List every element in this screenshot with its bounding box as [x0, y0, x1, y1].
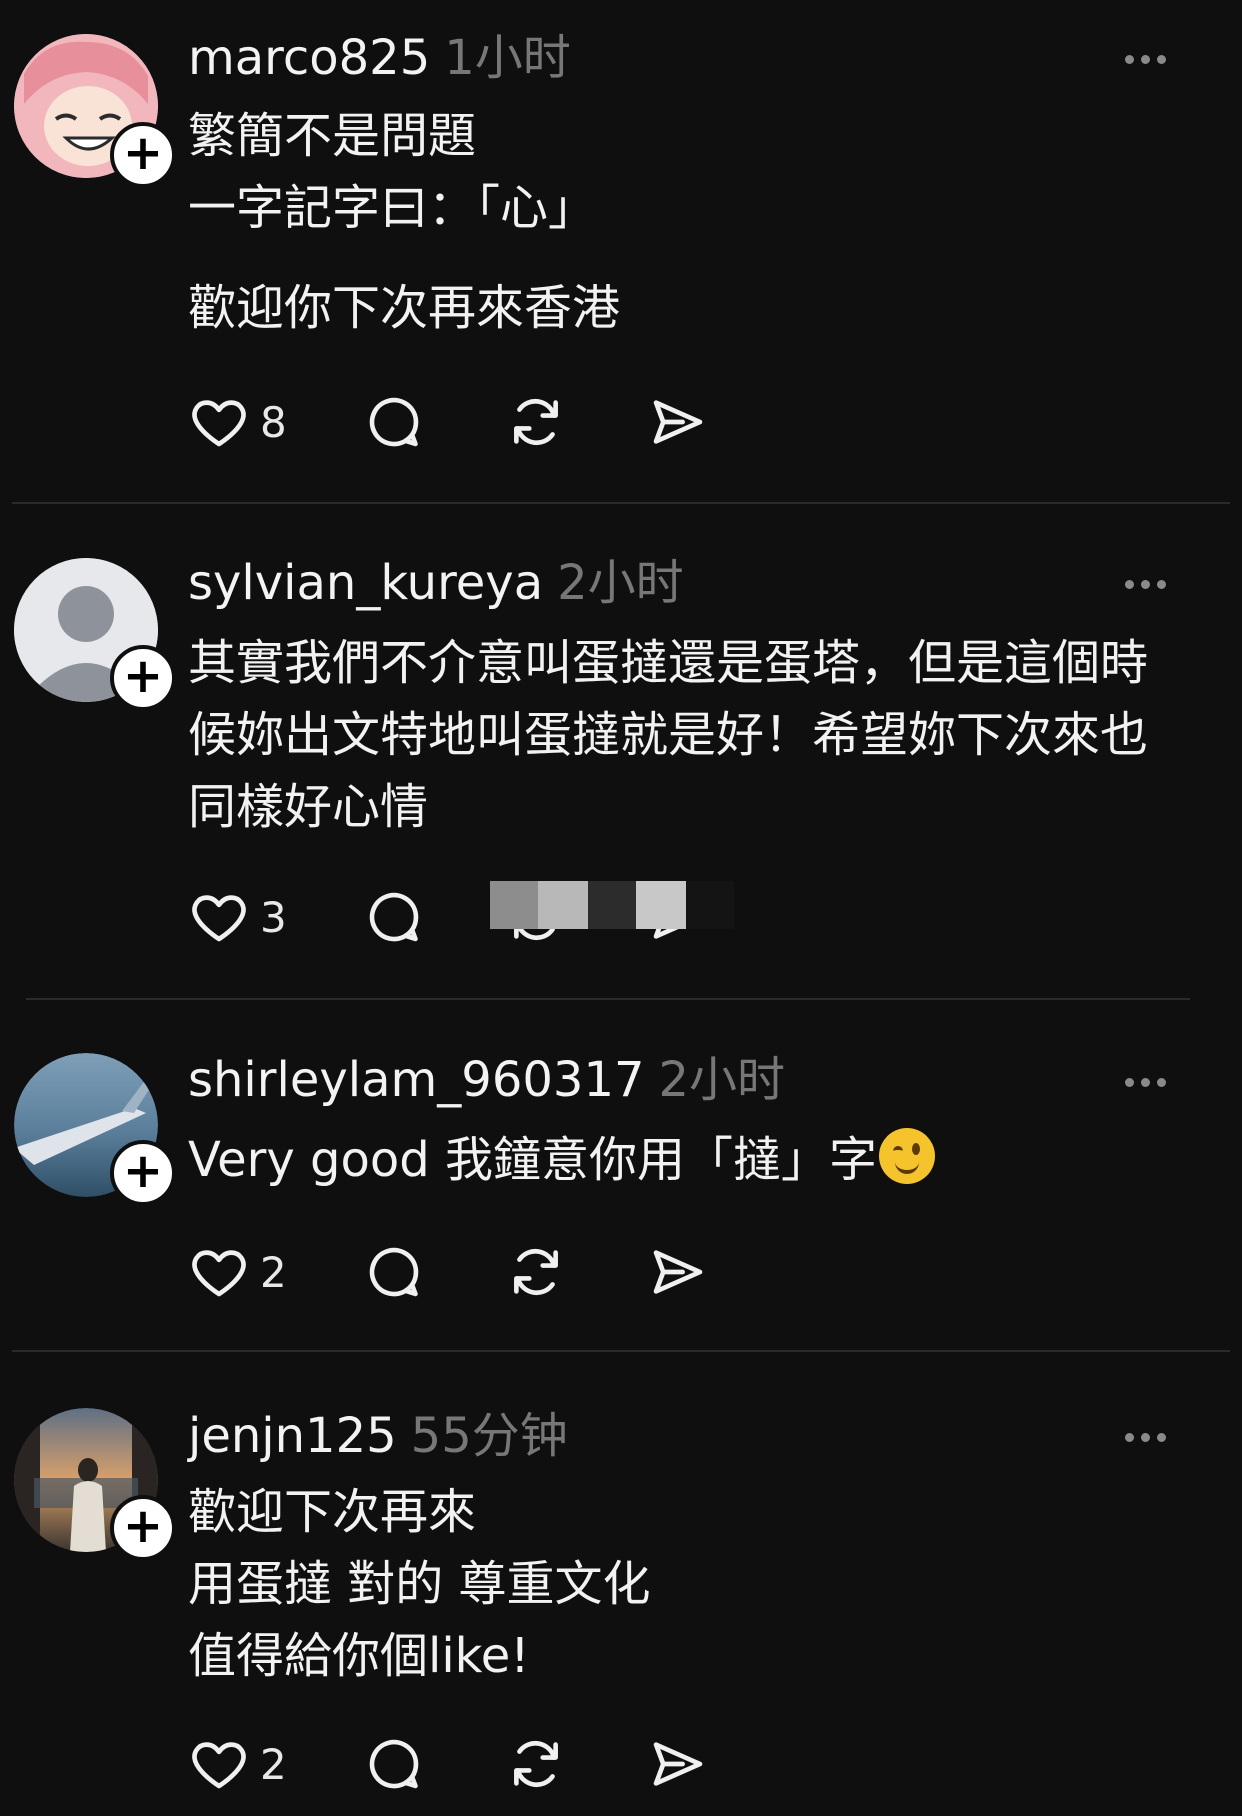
username[interactable]: sylvian_kureya [188, 555, 543, 611]
reply-button[interactable] [363, 1241, 505, 1303]
like-count: 8 [260, 397, 287, 447]
more-dots-icon[interactable] [1125, 1072, 1175, 1092]
comment-line: 候妳出文特地叫蛋撻就是好！希望妳下次來也 [188, 707, 1149, 763]
comment-line: 繁簡不是問題 [188, 108, 477, 164]
comment-header: marco825 1小时 [188, 30, 571, 86]
like-button[interactable]: 2 [188, 1733, 363, 1795]
username[interactable]: marco825 [188, 30, 430, 86]
plus-icon: + [122, 1143, 164, 1199]
plus-icon: + [122, 1498, 164, 1554]
more-dots-icon[interactable] [1125, 1427, 1175, 1447]
like-count: 2 [260, 1739, 287, 1789]
comment-item: + marco825 1小时 繁簡不是問題 一字記字曰：「心」 歡迎你下次再來香港… [0, 0, 1242, 505]
heart-icon [192, 1742, 246, 1789]
comment-thread: + marco825 1小时 繁簡不是問題 一字記字曰：「心」 歡迎你下次再來香港… [0, 0, 1242, 1816]
action-bar: 8 [188, 390, 709, 454]
speech-bubble-icon [369, 892, 419, 942]
comment-item: + shirleylam_960317 2小时 Very good 我鐘意你用「撻… [0, 1020, 1242, 1355]
more-dots-icon[interactable] [1125, 49, 1175, 69]
pixelation-overlay [636, 881, 686, 929]
comment-body: 歡迎下次再來 用蛋撻 對的 尊重文化 值得給你個like! [188, 1476, 1188, 1692]
comment-body: 其實我們不介意叫蛋撻還是蛋塔，但是這個時 候妳出文特地叫蛋撻就是好！希望妳下次來… [188, 627, 1188, 843]
pixelation-overlay [538, 881, 588, 929]
follow-button[interactable]: + [110, 122, 176, 188]
comment-line: 同樣好心情 [188, 779, 429, 835]
comment-text: Very good 我鐘意你用「撻」字 [188, 1132, 877, 1188]
speech-bubble-icon [369, 397, 419, 447]
repost-button[interactable] [505, 391, 647, 453]
comment-line: 一字記字曰：「心」 [188, 180, 597, 236]
comment-body: Very good 我鐘意你用「撻」字 [188, 1124, 1188, 1196]
like-count: 3 [260, 892, 287, 942]
repost-button[interactable] [505, 1733, 647, 1795]
divider [12, 502, 1230, 504]
send-icon [653, 1742, 703, 1786]
pixelation-overlay [588, 881, 636, 929]
comment-header: sylvian_kureya 2小时 [188, 555, 684, 611]
comment-line: 值得給你個like! [188, 1628, 530, 1684]
timestamp: 2小时 [557, 555, 684, 611]
divider [12, 1350, 1230, 1352]
pixelation-overlay [490, 881, 538, 929]
like-button[interactable]: 3 [188, 886, 363, 948]
action-bar: 2 [188, 1240, 709, 1304]
share-button[interactable] [647, 1733, 709, 1795]
comment-item: + sylvian_kureya 2小时 其實我們不介意叫蛋撻還是蛋塔，但是這個時… [0, 525, 1242, 995]
like-button[interactable]: 8 [188, 391, 363, 453]
follow-button[interactable]: + [110, 645, 176, 711]
follow-button[interactable]: + [110, 1140, 176, 1206]
timestamp: 1小时 [444, 30, 571, 86]
comment-body: 繁簡不是問題 一字記字曰：「心」 歡迎你下次再來香港 [188, 100, 1188, 344]
heart-icon [192, 895, 246, 942]
like-count: 2 [260, 1247, 287, 1297]
follow-button[interactable]: + [110, 1495, 176, 1561]
pixelation-overlay [686, 881, 734, 929]
reply-button[interactable] [363, 391, 505, 453]
share-button[interactable] [647, 1241, 709, 1303]
like-button[interactable]: 2 [188, 1241, 363, 1303]
username[interactable]: jenjn125 [188, 1408, 397, 1464]
speech-bubble-icon [369, 1247, 419, 1297]
repost-icon [514, 1248, 558, 1296]
comment-header: shirleylam_960317 2小时 [188, 1052, 785, 1108]
plus-icon: + [122, 648, 164, 704]
comment-line: 用蛋撻 對的 尊重文化 [188, 1556, 651, 1612]
speech-bubble-icon [369, 1739, 419, 1789]
reply-button[interactable] [363, 886, 505, 948]
send-icon [653, 1250, 703, 1294]
reply-button[interactable] [363, 1733, 505, 1795]
share-button[interactable] [647, 391, 709, 453]
divider [26, 998, 1190, 1000]
winking-face-emoji [878, 1128, 935, 1184]
comment-line: 歡迎下次再來 [188, 1484, 477, 1540]
more-dots-icon[interactable] [1125, 574, 1175, 594]
action-bar: 2 [188, 1732, 709, 1796]
comment-line: 歡迎你下次再來香港 [188, 280, 621, 336]
repost-icon [514, 1740, 558, 1788]
heart-icon [192, 400, 246, 447]
send-icon [653, 400, 703, 444]
repost-icon [514, 398, 558, 446]
repost-button[interactable] [505, 1241, 647, 1303]
plus-icon: + [122, 125, 164, 181]
comment-item: + jenjn125 55分钟 歡迎下次再來 用蛋撻 對的 尊重文化 值得給你個l… [0, 1372, 1242, 1816]
username[interactable]: shirleylam_960317 [188, 1052, 645, 1108]
heart-icon [192, 1250, 246, 1297]
comment-line: 其實我們不介意叫蛋撻還是蛋塔，但是這個時 [188, 635, 1149, 691]
comment-header: jenjn125 55分钟 [188, 1408, 568, 1464]
timestamp: 2小时 [658, 1052, 786, 1108]
timestamp: 55分钟 [410, 1408, 568, 1464]
